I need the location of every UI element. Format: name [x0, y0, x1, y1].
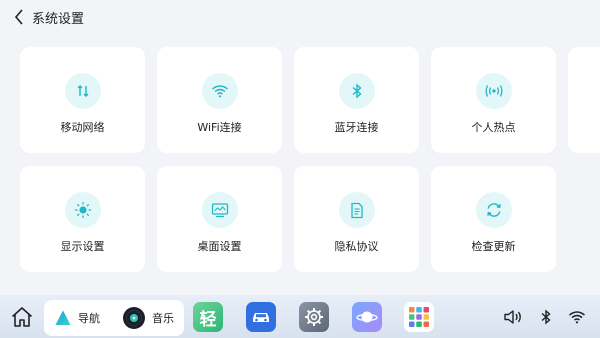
card-bluetooth[interactable]: 蓝牙连接 [294, 47, 419, 153]
chevron-left-icon [14, 9, 23, 25]
card-hotspot[interactable]: 个人热点 [431, 47, 556, 153]
wifi-icon [569, 311, 585, 324]
home-button[interactable] [9, 304, 35, 330]
icon-circle [64, 73, 101, 109]
music-label: 音乐 [152, 312, 174, 325]
settings-grid: 移动网络 WiFi连接 蓝牙连接 个人热点 显示设置 桌面设置 隐私协议 检查更… [20, 47, 600, 277]
nav-shortcut[interactable]: 导航 [54, 309, 100, 327]
card-check-update[interactable]: 检查更新 [431, 166, 556, 272]
bluetooth-icon [352, 83, 362, 99]
brightness-icon [74, 201, 91, 219]
music-disc-icon [123, 307, 145, 329]
icon-circle [475, 192, 512, 228]
icon-circle [475, 73, 512, 109]
app-drawer-icon[interactable] [404, 302, 434, 332]
card-label: 隐私协议 [334, 240, 379, 253]
nav-label: 导航 [78, 312, 100, 325]
icon-circle [201, 73, 238, 109]
car-icon [253, 313, 269, 322]
refresh-icon [486, 203, 501, 217]
qing-app-label: 轻 [199, 309, 217, 330]
document-icon [350, 202, 363, 218]
car-app-icon[interactable] [246, 302, 276, 332]
icon-circle [64, 192, 101, 228]
card-display[interactable]: 显示设置 [20, 166, 145, 272]
gear-icon [305, 308, 323, 326]
music-shortcut[interactable]: 音乐 [122, 306, 174, 330]
settings-app-icon[interactable] [299, 302, 329, 332]
card-label: 移动网络 [60, 121, 105, 134]
card-wifi[interactable]: WiFi连接 [157, 47, 282, 153]
icon-circle [338, 192, 375, 228]
card-mobile-network[interactable]: 移动网络 [20, 47, 145, 153]
volume-icon [504, 310, 521, 324]
planet-icon [356, 311, 378, 323]
media-pill: 导航 音乐 [44, 300, 184, 336]
mobile-data-icon [77, 85, 88, 97]
card-label: 蓝牙连接 [334, 121, 379, 134]
qing-app-icon[interactable]: 轻 [193, 302, 223, 332]
navigation-icon [55, 310, 71, 325]
card-label: WiFi连接 [197, 121, 242, 134]
volume-button[interactable] [502, 306, 524, 328]
card-label: 个人热点 [471, 121, 516, 134]
planet-app-icon[interactable] [352, 302, 382, 332]
bluetooth-icon [541, 309, 551, 325]
wifi-icon [211, 85, 228, 98]
home-icon [11, 307, 33, 327]
header: 系统设置 [0, 0, 600, 34]
app-grid-icon [409, 307, 429, 327]
icon-circle [201, 192, 238, 228]
card-privacy[interactable]: 隐私协议 [294, 166, 419, 272]
card-label: 桌面设置 [197, 240, 242, 253]
card-desktop[interactable]: 桌面设置 [157, 166, 282, 272]
page-title: 系统设置 [32, 11, 85, 27]
card-label: 显示设置 [60, 240, 105, 253]
card-label: 检查更新 [471, 240, 516, 253]
desktop-icon [211, 203, 228, 218]
hotspot-icon [485, 85, 502, 97]
card-partial[interactable] [568, 47, 600, 153]
icon-circle [338, 73, 375, 109]
bluetooth-status[interactable] [535, 306, 557, 328]
back-button[interactable] [6, 0, 32, 34]
wifi-status[interactable] [566, 306, 588, 328]
